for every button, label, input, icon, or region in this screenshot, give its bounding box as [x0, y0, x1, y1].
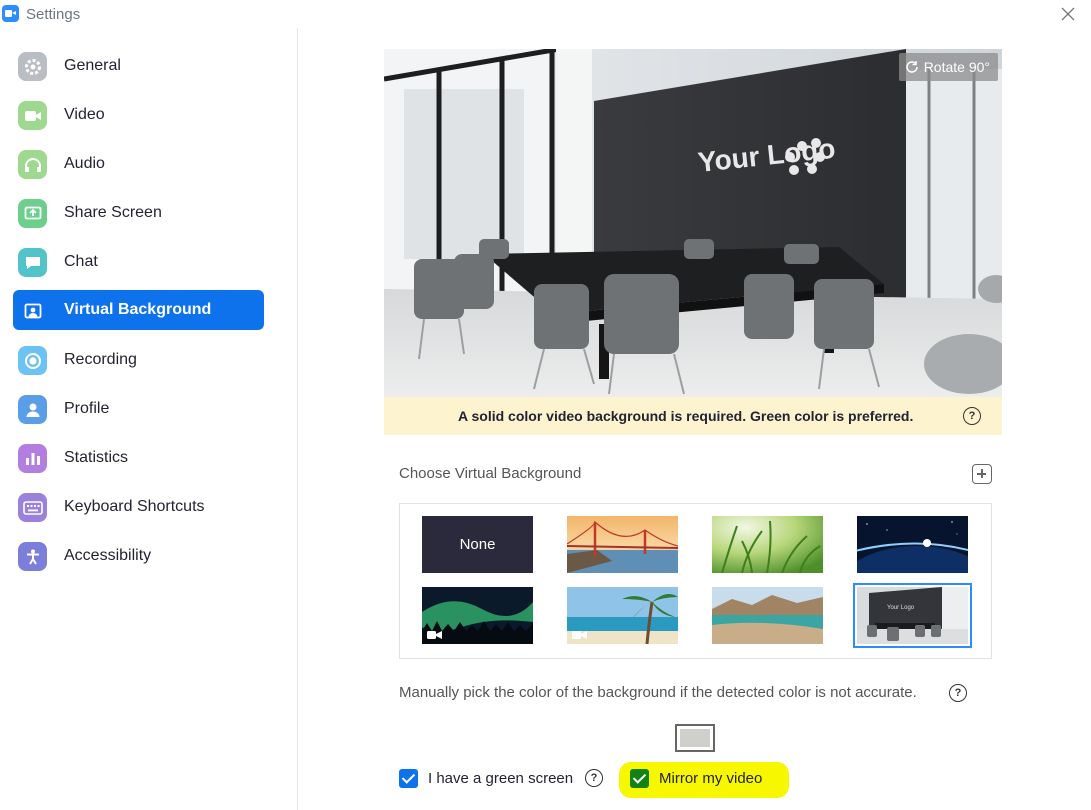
background-lake[interactable] [712, 587, 823, 644]
background-beach-palm[interactable] [567, 587, 678, 644]
sidebar-item-accessibility[interactable]: Accessibility [13, 536, 264, 576]
title-bar: Settings [0, 0, 1091, 28]
close-icon [1061, 7, 1075, 21]
mirror-video-checkbox[interactable] [630, 769, 649, 788]
close-button[interactable] [1057, 3, 1079, 25]
sidebar-item-statistics[interactable]: Statistics [13, 438, 264, 478]
mirror-video-label: Mirror my video [659, 770, 763, 787]
sidebar-item-chat[interactable]: Chat [13, 242, 264, 282]
share-screen-icon [18, 199, 47, 228]
settings-sidebar: General Video Audio Share Screen Chat Vi… [0, 28, 298, 810]
profile-icon [18, 395, 47, 424]
video-camera-icon [427, 631, 442, 639]
sidebar-item-recording[interactable]: Recording [13, 340, 264, 380]
video-camera-icon [572, 631, 587, 639]
background-earth[interactable] [857, 516, 968, 573]
background-color-swatch[interactable] [675, 724, 715, 752]
background-office[interactable]: Your Logo [853, 583, 972, 648]
rotate-icon [905, 61, 918, 73]
video-camera-icon [18, 101, 47, 130]
gear-icon [18, 52, 47, 81]
virtual-background-icon [18, 296, 47, 325]
background-golden-gate[interactable] [567, 516, 678, 573]
settings-window: Settings General Video Audio Share Scree… [0, 0, 1091, 810]
add-background-button[interactable] [972, 464, 992, 484]
sidebar-item-virtual-background[interactable]: Virtual Background [13, 290, 264, 330]
sidebar-item-video[interactable]: Video [13, 95, 264, 135]
sidebar-item-share-screen[interactable]: Share Screen [13, 193, 264, 233]
keyboard-icon [18, 493, 47, 522]
manual-color-help-icon[interactable]: ? [949, 684, 967, 702]
green-screen-notice: A solid color video background is requir… [384, 397, 1002, 435]
sidebar-item-profile[interactable]: Profile [13, 389, 264, 429]
statistics-icon [18, 444, 47, 473]
office-background-image: Your Logo [384, 49, 1002, 397]
background-none[interactable]: None [422, 516, 533, 573]
sidebar-item-audio[interactable]: Audio [13, 144, 264, 184]
headphones-icon [18, 150, 47, 179]
choose-background-label: Choose Virtual Background [399, 465, 582, 482]
background-gallery: None Your Logo [399, 503, 992, 659]
help-icon[interactable]: ? [963, 407, 981, 425]
window-title: Settings [26, 6, 81, 23]
recording-icon [18, 346, 47, 375]
accessibility-icon [18, 542, 47, 571]
green-screen-label: I have a green screen [428, 770, 574, 787]
rotate-90-button[interactable]: Rotate 90° [898, 53, 998, 81]
background-grass[interactable] [712, 516, 823, 573]
background-aurora[interactable] [422, 587, 533, 644]
video-preview: Your Logo Rotate 90° [384, 49, 1002, 397]
green-screen-help-icon[interactable]: ? [585, 769, 603, 787]
sidebar-item-general[interactable]: General [13, 46, 264, 86]
manual-color-hint: Manually pick the color of the backgroun… [399, 684, 917, 701]
svg-text:Your Logo: Your Logo [887, 605, 915, 611]
green-screen-checkbox[interactable] [399, 769, 418, 788]
chat-bubble-icon [18, 248, 47, 277]
sidebar-item-keyboard-shortcuts[interactable]: Keyboard Shortcuts [13, 487, 264, 527]
zoom-app-icon [2, 5, 19, 22]
selected-color-fill [680, 729, 710, 747]
